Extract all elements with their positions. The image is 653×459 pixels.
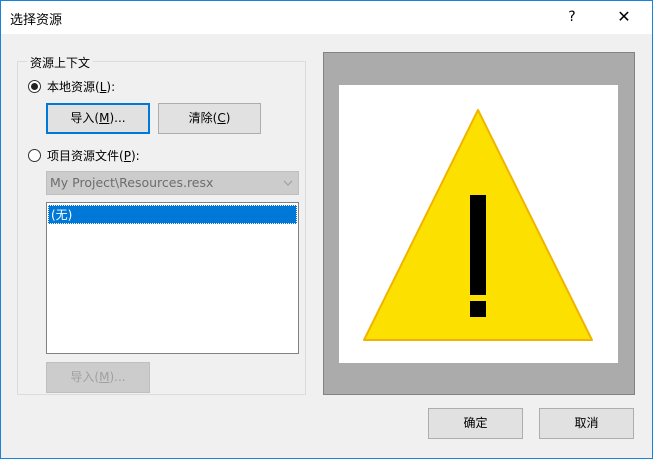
list-item[interactable]: (无) xyxy=(48,205,297,224)
warning-triangle-icon xyxy=(363,109,593,341)
resource-context-legend: 资源上下文 xyxy=(27,54,94,71)
project-resource-option[interactable]: 项目资源文件(P): xyxy=(28,147,140,164)
project-file-select[interactable]: My Project\Resources.resx xyxy=(46,171,299,195)
clear-button[interactable]: 清除(C) xyxy=(158,103,261,134)
project-import-button: 导入(M)... xyxy=(46,362,150,393)
resource-list[interactable]: (无) xyxy=(46,202,299,354)
choose-resource-dialog: 选择资源 ? ✕ 资源上下文 本地资源(L): 导入(M)... 清除(C) 项… xyxy=(0,0,653,459)
local-resource-label: 本地资源(L): xyxy=(47,80,116,94)
cancel-button[interactable]: 取消 xyxy=(539,408,634,439)
project-file-value: My Project\Resources.resx xyxy=(50,175,214,190)
import-button[interactable]: 导入(M)... xyxy=(46,103,150,134)
project-resource-radio[interactable] xyxy=(28,149,41,162)
preview-canvas xyxy=(339,85,618,363)
ok-button[interactable]: 确定 xyxy=(428,408,523,439)
title-bar: 选择资源 ? ✕ xyxy=(1,1,652,34)
local-resource-option[interactable]: 本地资源(L): xyxy=(28,78,115,95)
help-button[interactable]: ? xyxy=(557,4,587,30)
dialog-title: 选择资源 xyxy=(10,13,63,28)
close-button[interactable]: ✕ xyxy=(606,4,642,30)
project-resource-label: 项目资源文件(P): xyxy=(47,149,140,163)
local-resource-radio[interactable] xyxy=(28,80,41,93)
chevron-down-icon xyxy=(283,172,293,203)
